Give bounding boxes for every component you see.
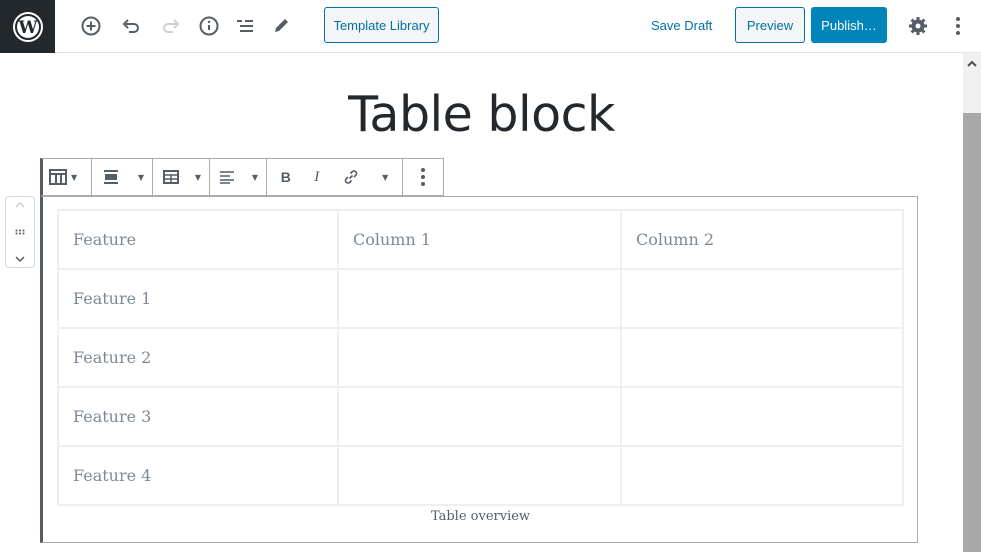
more-vertical-icon (421, 168, 425, 186)
caret-down-icon: ▼ (71, 172, 78, 182)
block-navigation-button[interactable] (233, 14, 257, 38)
block-mover (5, 196, 35, 268)
table-cell[interactable]: Feature (57, 209, 339, 270)
preview-button[interactable]: Preview (735, 7, 805, 43)
table-cell[interactable] (620, 327, 904, 388)
table-cell[interactable]: Column 1 (337, 209, 622, 270)
caret-down-icon: ▼ (137, 172, 144, 182)
more-menu-button[interactable] (946, 14, 970, 38)
table-row: Feature 3 (57, 386, 904, 447)
table-cell[interactable] (620, 445, 904, 506)
plus-circle-icon (81, 16, 101, 36)
add-block-button[interactable] (79, 14, 103, 38)
table-cell[interactable]: Column 2 (620, 209, 904, 270)
drag-handle-icon[interactable] (15, 229, 25, 235)
table-row: Feature 1 (57, 268, 904, 329)
table: Feature Column 1 Column 2 Feature 1 Feat… (57, 209, 904, 506)
table-row: Feature Column 1 Column 2 (57, 209, 904, 270)
chevron-down-icon[interactable] (15, 256, 25, 263)
tools-button[interactable] (269, 14, 293, 38)
table-cell[interactable] (337, 268, 622, 329)
wordpress-icon: W (12, 11, 43, 42)
chevron-up-icon[interactable] (15, 201, 25, 208)
caret-down-icon: ▼ (251, 172, 258, 182)
table-icon (49, 169, 67, 185)
text-alignment-button[interactable]: ▼ (210, 159, 267, 195)
table-cell[interactable] (337, 445, 622, 506)
info-icon (199, 16, 219, 36)
scroll-up-button[interactable] (963, 53, 981, 73)
more-options-button[interactable] (403, 159, 443, 195)
scrollbar-thumb[interactable] (963, 113, 981, 552)
align-center-icon (104, 170, 118, 184)
svg-text:W: W (17, 18, 38, 38)
link-icon[interactable] (343, 169, 359, 185)
formatting-group: B I ▼ (267, 159, 403, 195)
italic-icon[interactable]: I (314, 169, 319, 186)
edit-table-icon (163, 170, 179, 184)
post-title[interactable]: Table block (0, 86, 963, 143)
table-cell[interactable] (620, 386, 904, 447)
table-cell[interactable] (337, 386, 622, 447)
info-button[interactable] (197, 14, 221, 38)
bold-icon[interactable]: B (281, 169, 291, 185)
table-cell[interactable]: Feature 2 (57, 327, 339, 388)
table-cell[interactable]: Feature 3 (57, 386, 339, 447)
save-draft-button[interactable]: Save Draft (651, 18, 712, 33)
more-formatting-dropdown[interactable]: ▼ (382, 173, 388, 182)
vertical-scrollbar[interactable] (963, 53, 981, 552)
pencil-icon (275, 19, 288, 32)
caret-down-icon: ▼ (194, 172, 201, 182)
settings-button[interactable] (906, 14, 930, 38)
change-block-type-button[interactable]: ▼ (43, 159, 92, 195)
table-row: Feature 4 (57, 445, 904, 506)
more-vertical-icon (956, 17, 960, 35)
undo-icon (122, 19, 139, 33)
table-cell[interactable]: Feature 4 (57, 445, 339, 506)
editor-header: W Template Library Save Draft Preview Pu… (0, 0, 981, 53)
outline-icon (237, 20, 253, 32)
block-alignment-button[interactable]: ▼ (92, 159, 153, 195)
table-cell[interactable] (337, 327, 622, 388)
align-left-icon (220, 171, 234, 184)
block-toolbar: ▼ ▼ ▼ ▼ B I ▼ (40, 158, 444, 196)
chevron-up-icon (967, 60, 977, 67)
wordpress-logo-button[interactable]: W (0, 0, 55, 53)
redo-icon (163, 19, 180, 33)
table-caption[interactable]: Table overview (57, 509, 904, 524)
redo-button[interactable] (159, 14, 183, 38)
undo-button[interactable] (119, 14, 143, 38)
table-row: Feature 2 (57, 327, 904, 388)
edit-table-button[interactable]: ▼ (153, 159, 210, 195)
gear-icon (909, 17, 927, 35)
publish-button[interactable]: Publish… (811, 7, 887, 43)
table-cell[interactable]: Feature 1 (57, 268, 339, 329)
table-cell[interactable] (620, 268, 904, 329)
template-library-button[interactable]: Template Library (324, 7, 439, 43)
